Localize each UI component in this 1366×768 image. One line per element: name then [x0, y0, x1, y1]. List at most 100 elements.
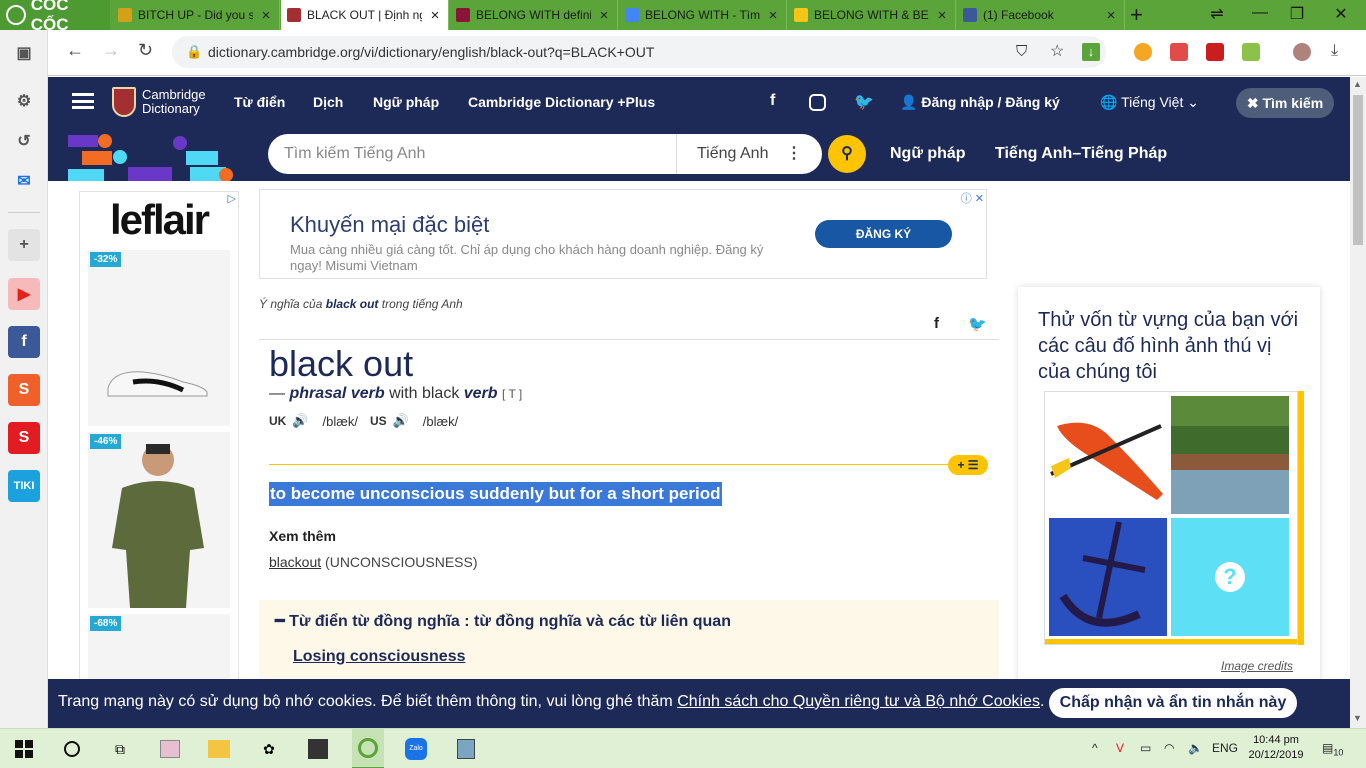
close-window-icon[interactable]: ✕ [1331, 4, 1351, 24]
scrollbar-thumb[interactable] [1353, 95, 1363, 245]
quiz-heading[interactable]: Thử vốn từ vựng của bạn với các câu đố h… [1038, 307, 1300, 385]
app-icon[interactable] [454, 737, 478, 761]
nav-plus[interactable]: Cambridge Dictionary +Plus [468, 94, 655, 110]
scroll-up-icon[interactable]: ▲ [1353, 79, 1362, 89]
close-tab-icon[interactable]: × [1104, 7, 1118, 24]
menu-icon[interactable] [72, 93, 94, 109]
left-advertisement[interactable]: leflair ▷ -32% -46% -68% [79, 191, 239, 679]
download-savior-icon[interactable]: ↓ [1082, 43, 1100, 61]
top-advertisement[interactable]: Khuyến mại đặc biệt Mua càng nhiều giá c… [259, 189, 987, 279]
profile-avatar[interactable] [1293, 43, 1311, 61]
clock[interactable]: 10:44 pm 20/12/2019 [1246, 733, 1306, 763]
extension-icon[interactable] [1170, 43, 1188, 61]
see-also-link[interactable]: blackout [269, 554, 321, 570]
us-audio-speaker-icon[interactable]: 🔊 [393, 413, 409, 429]
nav-translate[interactable]: Dịch [313, 94, 343, 110]
ad-close-icon[interactable]: ⓘ ✕ [961, 190, 984, 206]
close-tab-icon[interactable]: × [597, 7, 611, 24]
grammar-link[interactable]: Ngữ pháp [890, 145, 966, 163]
scroll-down-icon[interactable]: ▼ [1353, 713, 1362, 723]
quiz-image-kayak[interactable] [1049, 396, 1167, 514]
language-select[interactable]: 🌐 Tiếng Việt ⌄ [1100, 94, 1199, 111]
privacy-policy-link[interactable]: Chính sách cho Quyền riêng tư và Bộ nhớ … [677, 693, 1040, 710]
tab-facebook[interactable]: (1) Facebook × [957, 0, 1125, 30]
forward-icon[interactable]: → [102, 40, 120, 61]
share-facebook-icon[interactable]: f [934, 315, 939, 332]
facebook-icon[interactable]: f [8, 326, 40, 358]
image-credits-link[interactable]: Image credits [1221, 659, 1293, 673]
close-tab-icon[interactable]: × [935, 7, 949, 24]
cambridge-logo[interactable]: Cambridge Dictionary [112, 87, 206, 117]
app-icon[interactable] [158, 737, 182, 761]
notification-center-icon[interactable]: ▤10 [1322, 741, 1343, 757]
back-icon[interactable]: ← [66, 40, 84, 61]
tab-belong-with-search[interactable]: BELONG WITH - Tìm × [619, 0, 787, 30]
shopee-icon[interactable]: S [8, 374, 40, 406]
minimize-icon[interactable]: — [1250, 4, 1270, 22]
wifi-icon[interactable]: ◠ [1164, 741, 1174, 755]
task-view-icon[interactable]: ⧉ [108, 737, 132, 761]
extension-icon[interactable] [1134, 43, 1152, 61]
ad-register-button[interactable]: ĐĂNG KÝ [815, 220, 952, 248]
windows-start-icon[interactable] [12, 737, 36, 761]
ad-product-3[interactable]: -68% [88, 614, 230, 679]
tray-expand-icon[interactable]: ^ [1092, 741, 1098, 755]
tab-bitch-up[interactable]: BITCH UP - Did you s × [112, 0, 280, 30]
ad-product-shirt[interactable]: -46% [88, 432, 230, 608]
input-language[interactable]: ENG [1212, 741, 1238, 755]
dictionary-select[interactable]: Tiếng Anh ⋮ [676, 134, 822, 174]
bookmark-star-icon[interactable]: ☆ [1050, 36, 1064, 68]
nav-grammar[interactable]: Ngữ pháp [373, 94, 439, 110]
close-tab-icon[interactable]: × [766, 7, 780, 24]
volume-icon[interactable]: 🔈 [1188, 741, 1203, 755]
english-french-link[interactable]: Tiếng Anh–Tiếng Pháp [995, 145, 1167, 163]
close-tab-icon[interactable]: × [428, 7, 442, 24]
search-button[interactable]: ⚲ [828, 135, 866, 173]
add-to-wordlist-button[interactable]: + ☰ [948, 455, 988, 475]
tray-app-icon[interactable]: V [1116, 741, 1124, 755]
uk-audio-speaker-icon[interactable]: 🔊 [292, 413, 308, 429]
search-icon[interactable] [60, 737, 84, 761]
cookie-accept-button[interactable]: Chấp nhận và ẩn tin nhắn này [1049, 688, 1297, 718]
thesaurus-heading[interactable]: ━ Từ điển từ đồng nghĩa : từ đồng nghĩa … [275, 611, 731, 631]
reload-icon[interactable]: ↻ [138, 40, 153, 61]
settings-icon[interactable]: ⚙ [8, 85, 40, 117]
tab-belong-with-bel[interactable]: BELONG WITH & BEL × [788, 0, 956, 30]
thesaurus-link[interactable]: Losing consciousness [293, 648, 465, 666]
nav-dictionary[interactable]: Từ điển [234, 94, 285, 110]
sendo-icon[interactable]: S [8, 422, 40, 454]
share-twitter-icon[interactable]: 🐦 [968, 315, 987, 333]
quiz-image-barge[interactable] [1171, 396, 1289, 514]
tab-search-icon[interactable]: ⇌ [1207, 4, 1227, 24]
zalo-icon[interactable]: Zalo [404, 737, 428, 761]
add-icon[interactable]: + [8, 229, 40, 261]
extension-icon[interactable] [1242, 43, 1260, 61]
tab-belong-with-definition[interactable]: BELONG WITH defini × [450, 0, 618, 30]
page-scrollbar[interactable]: ▲ ▼ [1350, 77, 1366, 728]
ad-product-shoe[interactable]: -32% [88, 250, 230, 426]
maximize-icon[interactable]: ❐ [1287, 4, 1307, 24]
shield-icon[interactable]: ⛉ [1016, 36, 1027, 68]
browser-logo[interactable]: CỐC CỐC [0, 0, 110, 34]
extension-icon[interactable] [1206, 43, 1224, 61]
app-icon[interactable] [306, 737, 330, 761]
coccoc-taskbar-icon[interactable] [352, 729, 384, 768]
adchoices-icon[interactable]: ▷ [228, 192, 236, 205]
twitter-icon[interactable]: 🐦 [854, 92, 874, 112]
history-icon[interactable]: ↺ [8, 125, 40, 157]
facebook-icon[interactable]: f [770, 92, 775, 110]
battery-icon[interactable]: ▭ [1140, 741, 1151, 755]
search-input[interactable] [284, 134, 664, 174]
tiki-icon[interactable]: TIKI [8, 470, 40, 502]
search-toggle-button[interactable]: ✖ Tìm kiếm [1236, 88, 1334, 118]
youtube-icon[interactable]: ▶ [8, 278, 40, 310]
panel-icon[interactable]: ▣ [8, 37, 40, 69]
file-explorer-icon[interactable] [207, 737, 231, 761]
instagram-icon[interactable] [809, 94, 826, 111]
messenger-icon[interactable]: ✉ [8, 165, 40, 197]
url-field[interactable]: 🔒 dictionary.cambridge.org/vi/dictionary… [172, 36, 1106, 68]
download-icon[interactable]: ⤓ [1331, 42, 1338, 60]
new-tab-button[interactable]: + [1130, 2, 1143, 28]
app-icon[interactable]: ✿ [257, 737, 281, 761]
quiz-image-unknown[interactable]: ? [1171, 518, 1289, 636]
